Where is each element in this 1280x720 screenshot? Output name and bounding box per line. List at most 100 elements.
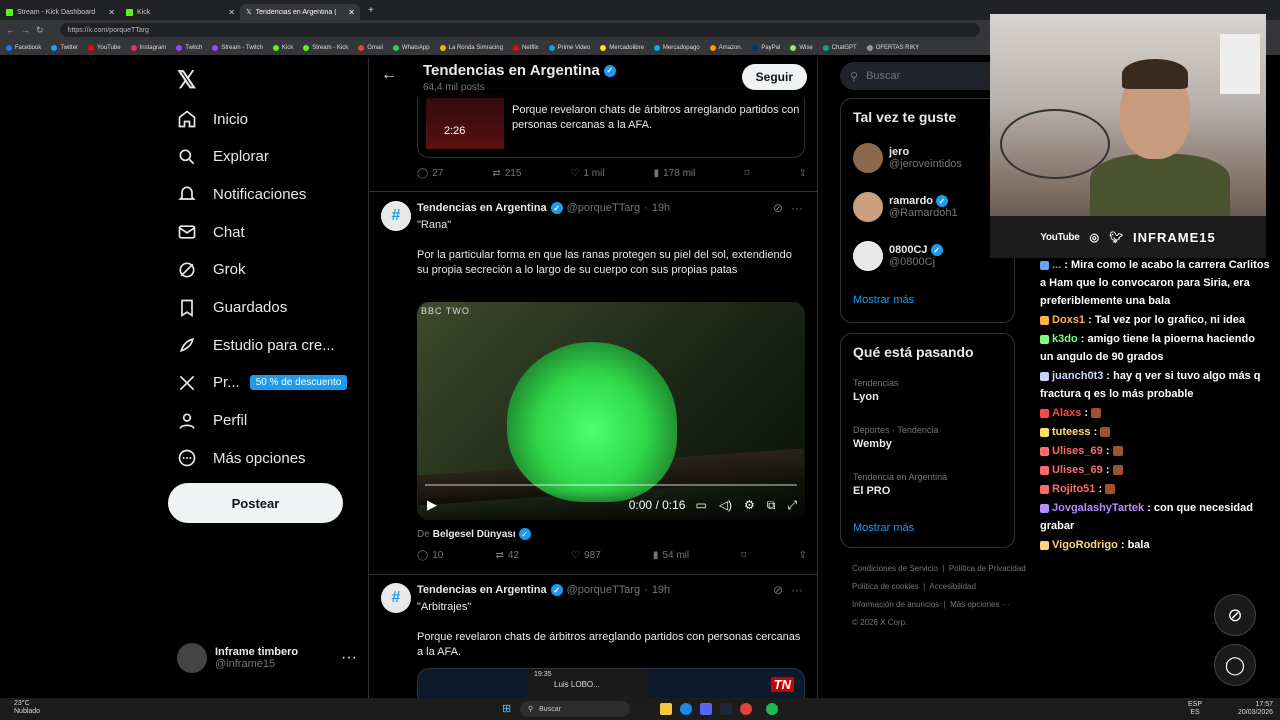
windows-start-icon[interactable]: ⊞ — [502, 702, 511, 715]
bookmark-item[interactable]: Mercadopago — [653, 44, 700, 51]
x-logo-icon[interactable]: 𝕏 — [177, 66, 196, 95]
language-indicator[interactable]: ESP ES — [1188, 701, 1202, 717]
bookmark-item[interactable]: Facebook — [6, 44, 41, 51]
bookmark-item[interactable]: YouTube — [88, 44, 121, 51]
views-button[interactable]: ▮ 54 mil — [653, 550, 689, 561]
bookmark-item[interactable]: Mercadolibre — [600, 44, 644, 51]
back-arrow-icon[interactable]: ← — [381, 66, 397, 84]
bookmark-item[interactable]: Netflix — [512, 44, 539, 51]
tab-x-active[interactable]: 𝕏Tendencias en Argentina (@po✕ — [240, 4, 360, 20]
show-more-link[interactable]: Mostrar más — [853, 522, 914, 534]
tweet-author[interactable]: Tendencias en Argentina ✓ @porqueTTarg · 19… — [417, 584, 670, 596]
chat-float-button[interactable]: ◯ — [1214, 644, 1256, 686]
trend-item[interactable]: Deportes · Tendencia Wemby — [853, 425, 938, 450]
like-button[interactable]: ♡ 987 — [571, 550, 601, 561]
grok-icon[interactable]: ⊘ — [773, 583, 783, 597]
more-icon[interactable]: ··· — [791, 201, 803, 215]
premium-promo-badge[interactable]: 50 % de descuento — [249, 375, 348, 391]
settings-icon[interactable]: ⚙ — [744, 498, 755, 512]
tweet-author[interactable]: Tendencias en Argentina ✓ @porqueTTarg · 19… — [417, 202, 670, 214]
bookmark-item[interactable]: La Ronda Simracing — [439, 44, 503, 51]
grok-icon[interactable]: ⊘ — [773, 201, 783, 215]
new-tab-icon[interactable]: + — [368, 5, 374, 16]
bookmark-icon[interactable]: ⌑ — [744, 168, 749, 179]
bookmark-item[interactable]: Twitter — [51, 44, 78, 51]
play-icon[interactable]: ▶ — [427, 497, 437, 513]
more-icon[interactable]: ··· — [341, 649, 357, 667]
spotify-icon[interactable] — [766, 703, 778, 715]
chrome-icon[interactable] — [740, 703, 752, 715]
clock[interactable]: 17:57 20/03/2026 — [1238, 701, 1273, 717]
bookmark-item[interactable]: Stream - Twitch — [212, 44, 263, 51]
nav-item-notificaciones[interactable]: Notificaciones — [177, 179, 306, 209]
video-player[interactable]: BBC TWO ▶ 0:00 / 0:16 ▭ ◁) ⚙ ⧉ ⤢ — [417, 302, 805, 520]
nav-item-grok[interactable]: Grok — [177, 255, 246, 285]
show-more-link[interactable]: Mostrar más — [853, 294, 914, 306]
close-icon[interactable]: ✕ — [348, 8, 355, 17]
tab-kick[interactable]: Kick ✕ — [120, 4, 240, 20]
follow-button[interactable]: Seguir — [741, 64, 807, 90]
account-switcher[interactable]: Inframe timbero @inframe15 ··· — [177, 643, 357, 673]
volume-icon[interactable]: ◁) — [719, 498, 732, 512]
discord-icon[interactable] — [700, 703, 712, 715]
repost-button[interactable]: ⇄ 215 — [492, 168, 521, 179]
nav-item-perfil[interactable]: Perfil — [177, 406, 247, 436]
weather-widget[interactable]: 23°C Nublado — [14, 700, 40, 716]
bookmark-icon[interactable]: ⌑ — [741, 550, 746, 561]
more-icon[interactable]: ··· — [791, 583, 803, 597]
edge-icon[interactable] — [680, 703, 692, 715]
suggestion-item[interactable]: jero @jeroveintidos — [853, 143, 962, 173]
tweet-avatar[interactable]: # — [381, 201, 411, 231]
captions-icon[interactable]: ▭ — [695, 498, 706, 512]
tab-kick-dashboard[interactable]: Stream - Kick Dashboard ✕ — [0, 4, 120, 20]
taskbar-search[interactable]: ⚲ Buscar — [520, 701, 630, 717]
reply-button[interactable]: ◯ 10 — [417, 550, 443, 561]
nav-item-chat[interactable]: Chat — [177, 217, 245, 247]
nav-item-estudio-para-cre[interactable]: Estudio para cre... — [177, 330, 335, 360]
bookmark-item[interactable]: Kick — [272, 44, 293, 51]
trend-item[interactable]: Tendencias Lyon — [853, 378, 899, 403]
nav-arrows-icon[interactable]: ←→↻ — [6, 25, 50, 36]
close-icon[interactable]: ✕ — [228, 8, 235, 17]
bookmark-item[interactable]: ChatGPT — [822, 44, 857, 51]
bookmark-item[interactable]: WhatsApp — [392, 44, 430, 51]
trend-item[interactable]: Tendencia en Argentina El PRO — [853, 472, 947, 497]
suggestion-item[interactable]: 0800CJ ✓ @0800Cj — [853, 241, 943, 271]
post-button[interactable]: Postear — [168, 483, 343, 523]
bookmark-item[interactable]: Amazon. — [709, 44, 742, 51]
grok-float-button[interactable]: ⊘ — [1214, 594, 1256, 636]
tweet-media[interactable]: 19:35 Luis LOBO... TN — [417, 668, 805, 698]
search-input[interactable]: ⚲ Buscar — [840, 62, 1015, 90]
nav-item-más-opciones[interactable]: Más opciones — [177, 443, 306, 473]
bookmark-item[interactable]: PayPal — [752, 44, 780, 51]
bookmark-item[interactable]: Wise — [790, 44, 813, 51]
views-button[interactable]: ▮ 178 mil — [654, 168, 696, 179]
file-explorer-icon[interactable] — [660, 703, 672, 715]
reply-button[interactable]: ◯ 27 — [417, 168, 443, 179]
source-account[interactable]: Belgesel Dünyası — [433, 529, 516, 540]
nav-item-explorar[interactable]: Explorar — [177, 142, 269, 172]
bookmark-item[interactable]: Instagram — [130, 44, 166, 51]
bookmark-item[interactable]: Gmail — [358, 44, 383, 51]
nav-item-pr[interactable]: Pr... 50 % de descuento — [177, 368, 348, 398]
repost-button[interactable]: ⇄ 42 — [495, 550, 519, 561]
bookmark-item[interactable]: Twitch — [176, 44, 202, 51]
tweet-avatar[interactable]: # — [381, 583, 411, 613]
share-icon[interactable]: ⇪ — [799, 550, 807, 561]
suggestion-item[interactable]: ramardo ✓ @Ramardoh1 — [853, 192, 958, 222]
video-progress-bar[interactable] — [425, 484, 797, 486]
bookmark-item[interactable]: OFERTAS RIKY — [866, 44, 919, 51]
nav-item-inicio[interactable]: Inicio — [177, 104, 248, 134]
steam-icon[interactable] — [720, 703, 732, 715]
like-button[interactable]: ♡ 1 mil — [570, 168, 604, 179]
close-icon[interactable]: ✕ — [108, 8, 115, 17]
bookmark-item[interactable]: Prime Video — [548, 44, 590, 51]
popout-icon[interactable]: ⧉ — [767, 498, 776, 513]
nav-item-guardados[interactable]: Guardados — [177, 293, 287, 323]
chat-username: Ulises_69 — [1052, 445, 1103, 457]
fullscreen-icon[interactable]: ⤢ — [787, 498, 797, 513]
bookmark-item[interactable]: Stream - Kick — [303, 44, 348, 51]
link-card[interactable]: 2:26 Porque revelaron chats de árbitros … — [417, 88, 805, 158]
share-icon[interactable]: ⇪ — [799, 168, 807, 179]
url-input[interactable]: https://x.com/porqueTTarg — [59, 23, 980, 37]
